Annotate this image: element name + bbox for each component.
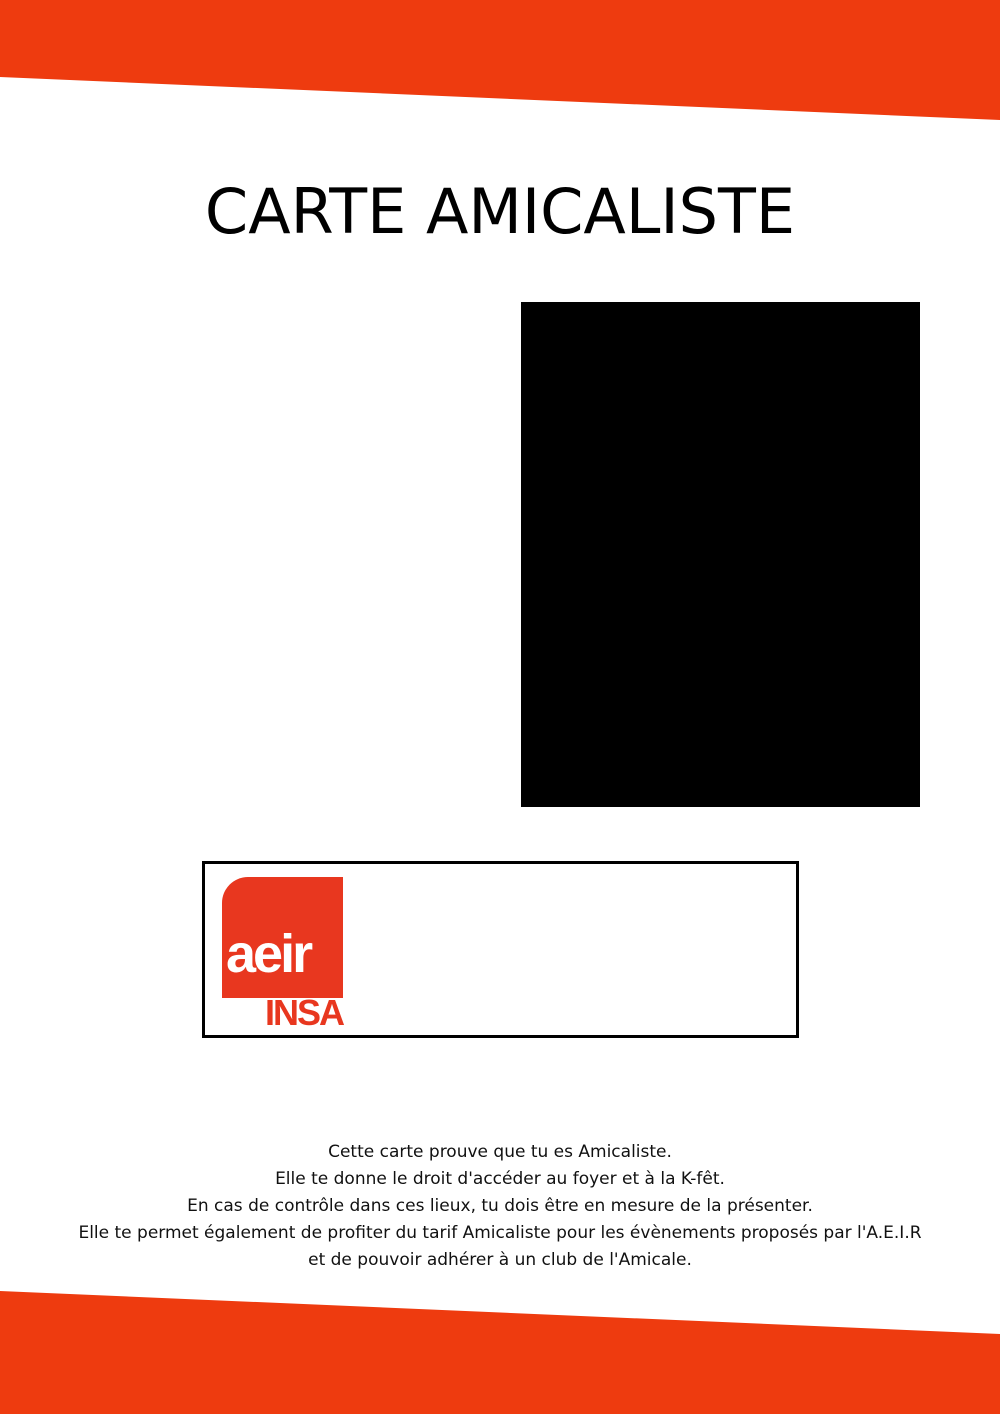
description-line: Cette carte prouve que tu es Amicaliste. <box>328 1142 672 1162</box>
description-line: Elle te permet également de profiter du … <box>78 1223 922 1243</box>
description-line: et de pouvoir adhérer à un club de l'Ami… <box>308 1250 692 1270</box>
member-info-box: aeir INSA <box>202 861 799 1038</box>
description-text: Cette carte prouve que tu es Amicaliste.… <box>0 1139 1000 1274</box>
top-orange-band <box>0 0 1000 120</box>
logo-subtext: INSA <box>264 992 345 1033</box>
aeir-insa-logo: aeir INSA <box>222 877 345 1033</box>
photo-placeholder <box>521 302 920 807</box>
logo-red-block: aeir <box>222 877 343 998</box>
description-line: Elle te donne le droit d'accéder au foye… <box>275 1169 725 1189</box>
bottom-orange-band <box>0 1291 1000 1414</box>
page-title: CARTE AMICALISTE <box>204 175 796 248</box>
description-line: En cas de contrôle dans ces lieux, tu do… <box>187 1196 813 1216</box>
logo-word: aeir <box>226 924 313 984</box>
